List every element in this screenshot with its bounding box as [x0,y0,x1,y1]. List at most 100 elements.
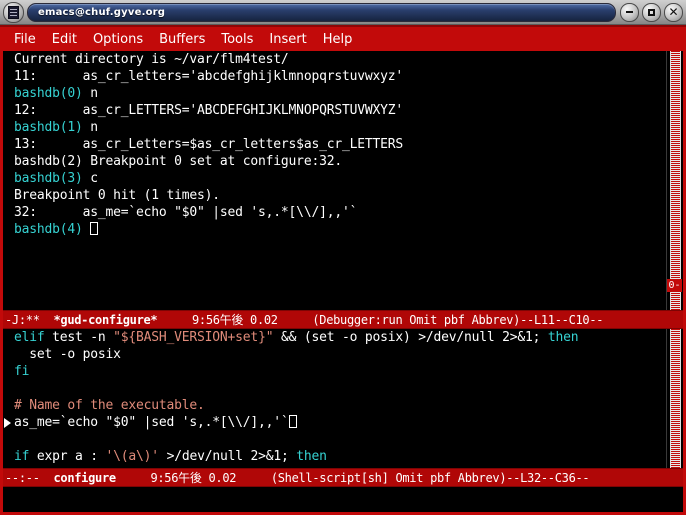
gud-line: 32: as_me=`echo "$0" |sed 's,.*[\\/],,'` [12,204,666,221]
menu-item-options[interactable]: Options [93,32,143,47]
configure-line: elif test -n "${BASH_VERSION+set}" && (s… [12,329,666,346]
gud-text: bashdb(1) [14,120,91,135]
gud-line: Current directory is ~/var/flm4test/ [12,51,666,68]
configure-mode-line[interactable]: --:-- configure 9:56午後 0.02 (Shell-scrip… [3,468,683,487]
gud-fringe-left [3,51,12,310]
configure-window: elif test -n "${BASH_VERSION+set}" && (s… [3,329,683,468]
gud-line: 12: as_cr_LETTERS='ABCDEFGHIJKLMNOPQRSTU… [12,102,666,119]
gud-text: 32: as_me=`echo "$0" |sed 's,.*[\\/],,'` [14,205,358,220]
gud-text: Breakpoint 0 hit (1 times). [14,188,220,203]
emacs-window: emacs@chuf.gyve.org ✕ File Edit Options … [0,0,686,515]
gud-line: bashdb(2) Breakpoint 0 set at configure:… [12,153,666,170]
gud-scrollbar[interactable]: 0-- [666,51,683,310]
configure-scrollbar[interactable] [666,329,683,468]
configure-scrollbar-thumb[interactable] [670,329,681,468]
configure-modeline-spacer [40,471,54,485]
gud-line: bashdb(3) c [12,170,666,187]
emacs-frame: Current directory is ~/var/flm4test/11: … [0,51,686,515]
gud-text: 13: as_cr_Letters=$as_cr_letters$as_cr_L… [14,137,403,152]
echo-area[interactable] [3,487,683,504]
configure-modeline-spacer [236,471,271,485]
menu-item-tools[interactable]: Tools [221,32,253,47]
gud-line: bashdb(1) n [12,119,666,136]
menu-item-insert[interactable]: Insert [269,32,306,47]
configure-modeline-load: 0.02 [208,471,237,485]
gud-line: 11: as_cr_letters='abcdefghijklmnopqrstu… [12,68,666,85]
configure-text: then [547,330,579,345]
configure-modeline-time: 9:56午後 [150,471,202,485]
maximize-icon [648,8,655,16]
window-title: emacs@chuf.gyve.org [38,6,166,18]
window-title-container: emacs@chuf.gyve.org [27,2,616,22]
gud-line: 13: as_cr_Letters=$as_cr_letters$as_cr_L… [12,136,666,153]
gud-text-area[interactable]: Current directory is ~/var/flm4test/11: … [12,51,666,310]
execution-arrow-icon [4,418,11,428]
configure-text: if [14,449,30,464]
configure-text: '\(a\)' [105,449,160,464]
configure-modeline-spacer [116,471,151,485]
gud-modeline-spacer [40,313,54,327]
configure-text: expr a : [29,449,106,464]
configure-line [12,380,666,397]
gud-text: bashdb(4) [14,222,91,237]
configure-line: as_me=`echo "$0" |sed 's,.*[\\/],,'` [12,414,666,431]
gud-line: bashdb(4) [12,221,666,238]
gud-text: c [90,171,98,186]
gud-text: Current directory is ~/var/flm4test/ [14,52,289,67]
minimize-button[interactable] [620,2,639,22]
gud-text: n [90,120,98,135]
gud-text: 12: as_cr_LETTERS='ABCDEFGHIJKLMNOPQRSTU… [14,103,403,118]
gud-window: Current directory is ~/var/flm4test/11: … [3,51,683,310]
title-bar[interactable]: emacs@chuf.gyve.org ✕ [0,0,686,25]
configure-cursor [288,415,297,428]
menu-item-edit[interactable]: Edit [52,32,77,47]
gud-text: 11: as_cr_letters='abcdefghijklmnopqrstu… [14,69,403,84]
configure-text: as_me= [14,415,60,430]
gud-modeline-time: 9:56午後 [191,313,244,327]
close-icon: ✕ [668,5,679,19]
gud-modeline-spacer [243,313,250,327]
maximize-button[interactable] [642,2,661,22]
window-menu-glyph [8,5,19,19]
gud-modeline-load: 0.02 [250,313,278,327]
configure-line [12,431,666,448]
configure-text: && (set -o posix) >/dev/null 2>&1; [273,330,548,345]
configure-line: # Name of the executable. [12,397,666,414]
gud-line: bashdb(0) n [12,85,666,102]
close-button[interactable]: ✕ [664,2,683,22]
configure-text: then [296,449,327,464]
gud-modeline-spacer [157,313,192,327]
gud-scrollbar-thumb[interactable] [670,51,681,310]
configure-line: as_expr=expr [12,465,666,468]
configure-line: set -o posix [12,346,666,363]
window-controls: ✕ [620,2,683,22]
gud-modeline-coding: -J:** [5,313,40,327]
gud-text: bashdb(3) [14,171,91,186]
minimize-icon [626,11,633,13]
configure-fringe-left [3,329,12,468]
gud-modeline-buffer-name: *gud-configure* [53,313,158,327]
menu-item-help[interactable]: Help [323,32,353,47]
configure-text: elif [14,330,45,345]
configure-text: # Name of the executable. [14,398,205,413]
configure-text-area[interactable]: elif test -n "${BASH_VERSION+set}" && (s… [12,329,666,468]
gud-line: Breakpoint 0 hit (1 times). [12,187,666,204]
configure-text: fi [14,364,30,379]
configure-modeline-position: --L32--C36-- [506,471,590,485]
gud-scrollbar-handle[interactable]: 0-- [667,279,682,292]
menu-item-buffers[interactable]: Buffers [159,32,205,47]
gud-modeline-modes: (Debugger:run Omit pbf Abbrev) [312,313,521,327]
configure-line: if expr a : '\(a\)' >/dev/null 2>&1; the… [12,448,666,465]
configure-modeline-coding: --:-- [5,471,40,485]
configure-line: fi [12,363,666,380]
configure-modeline-modes: (Shell-script[sh] Omit pbf Abbrev) [270,471,507,485]
menu-item-file[interactable]: File [14,32,36,47]
gud-cursor [90,222,99,235]
gud-mode-line[interactable]: -J:** *gud-configure* 9:56午後 0.02 (Debug… [3,310,683,329]
window-menu-icon[interactable] [3,1,24,23]
configure-text: test -n [44,330,114,345]
configure-text: "${BASH_VERSION+set}" [113,330,274,345]
configure-modeline-buffer-name: configure [53,471,116,485]
configure-text: >/dev/null 2>&1; [158,449,297,464]
configure-text: `echo "$0" |sed 's,.*[\\/],,'` [59,415,289,430]
